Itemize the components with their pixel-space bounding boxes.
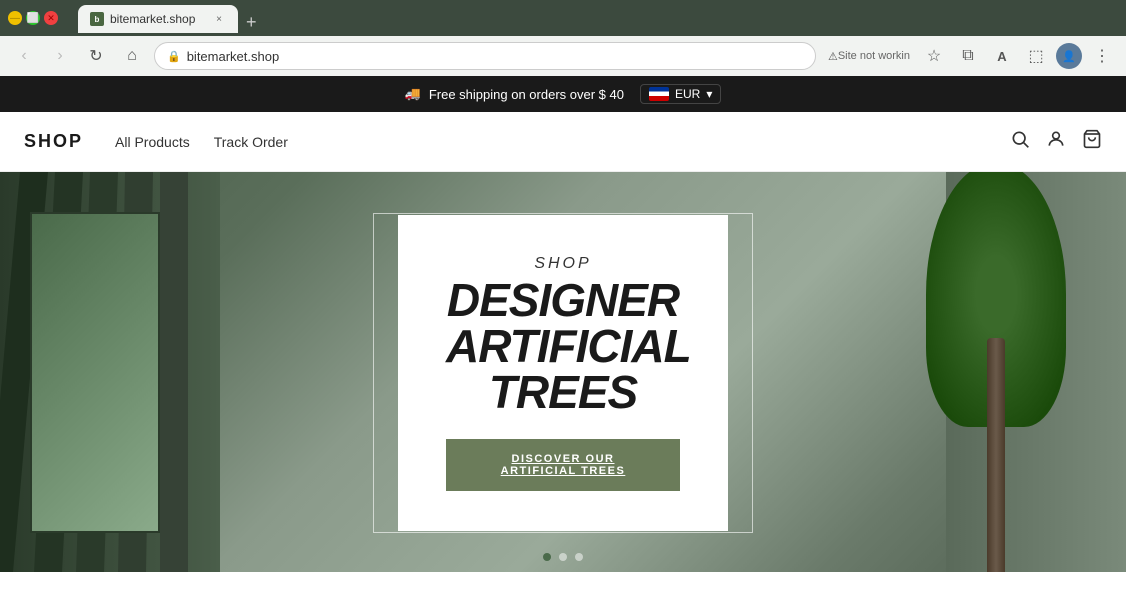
carousel-dot-2[interactable] xyxy=(559,553,567,561)
forward-icon: › xyxy=(57,47,62,65)
browser-toolbar: ‹ › ↻ ⌂ 🔒 bitemarket.shop ⚠ Site not wor… xyxy=(0,36,1126,76)
hero-card-border-decoration: SHOP DESIGNER ARTIFICIAL TREES DISCOVER … xyxy=(373,213,753,533)
maximize-icon: ⬜ xyxy=(27,13,39,24)
browser-titlebar: — ⬜ ✕ b bitemarket.shop × + xyxy=(0,0,1126,36)
hero-subtitle: SHOP xyxy=(446,255,680,273)
announcement-emoji: 🚚 xyxy=(405,86,421,102)
announcement-bar: 🚚 Free shipping on orders over $ 40 EUR … xyxy=(0,76,1126,112)
hero-title-line2: ARTIFICIAL xyxy=(446,320,691,372)
hero-title: DESIGNER ARTIFICIAL TREES xyxy=(446,277,680,415)
site-navigation: SHOP All Products Track Order xyxy=(0,112,1126,172)
cart-button[interactable] xyxy=(1082,129,1102,154)
search-icon xyxy=(1010,129,1030,154)
star-icon: ☆ xyxy=(927,46,941,66)
window-controls: — ⬜ ✕ xyxy=(8,11,58,25)
nav-links: All Products Track Order xyxy=(115,134,1010,150)
profile-icon: 👤 xyxy=(1062,50,1076,63)
hero-card: SHOP DESIGNER ARTIFICIAL TREES DISCOVER … xyxy=(398,215,728,531)
site-status-button[interactable]: ⚠ Site not workin xyxy=(824,42,914,70)
cart-icon xyxy=(1082,129,1102,154)
address-bar[interactable]: 🔒 bitemarket.shop xyxy=(154,42,816,70)
site-status-text: Site not workin xyxy=(838,50,910,62)
maximize-button[interactable]: ⬜ xyxy=(26,11,40,25)
carousel-dots xyxy=(543,553,583,561)
translate-icon: A xyxy=(997,49,1006,64)
tab-close-button[interactable]: × xyxy=(212,12,226,26)
extensions-icon: ⧉ xyxy=(962,47,973,65)
back-button[interactable]: ‹ xyxy=(10,42,38,70)
hero-section: SHOP DESIGNER ARTIFICIAL TREES DISCOVER … xyxy=(0,172,1126,572)
hero-cta-button[interactable]: DISCOVER OUR ARTIFICIAL TREES xyxy=(446,439,680,491)
bookmark-button[interactable]: ☆ xyxy=(920,42,948,70)
hero-cta-link: ARTIFICIAL TREES xyxy=(501,465,626,477)
hero-title-line3: TREES xyxy=(489,366,637,418)
reload-icon: ↻ xyxy=(89,46,102,66)
browser-window: — ⬜ ✕ b bitemarket.shop × + ‹ xyxy=(0,0,1126,572)
hero-content-area: SHOP DESIGNER ARTIFICIAL TREES DISCOVER … xyxy=(0,172,1126,572)
forward-button[interactable]: › xyxy=(46,42,74,70)
url-text: bitemarket.shop xyxy=(187,49,803,64)
nav-icons xyxy=(1010,129,1102,154)
minimize-button[interactable]: — xyxy=(8,11,22,25)
currency-chevron-icon: ▾ xyxy=(706,87,712,101)
tab-bar: b bitemarket.shop × + xyxy=(70,3,1118,33)
screenshot-icon: ⬚ xyxy=(1028,46,1043,66)
menu-button[interactable]: ⋮ xyxy=(1088,42,1116,70)
currency-code: EUR xyxy=(675,87,700,101)
nav-link-track-order[interactable]: Track Order xyxy=(214,134,288,150)
site-content: 🚚 Free shipping on orders over $ 40 EUR … xyxy=(0,76,1126,572)
hero-title-line1: DESIGNER xyxy=(447,274,679,326)
menu-icon: ⋮ xyxy=(1094,46,1110,66)
profile-avatar[interactable]: 👤 xyxy=(1056,43,1082,69)
translate-button[interactable]: A xyxy=(988,42,1016,70)
announcement-text: Free shipping on orders over $ 40 xyxy=(429,87,624,102)
hero-cta-prefix: DISCOVER OUR xyxy=(512,453,615,465)
reload-button[interactable]: ↻ xyxy=(82,42,110,70)
carousel-dot-1[interactable] xyxy=(543,553,551,561)
lock-icon: 🔒 xyxy=(167,50,181,63)
site-status-icon: ⚠ xyxy=(828,50,838,63)
tab-title: bitemarket.shop xyxy=(110,12,195,26)
nav-link-all-products[interactable]: All Products xyxy=(115,134,190,150)
back-icon: ‹ xyxy=(21,47,26,65)
home-icon: ⌂ xyxy=(127,47,137,65)
search-button[interactable] xyxy=(1010,129,1030,154)
active-tab[interactable]: b bitemarket.shop × xyxy=(78,5,238,33)
carousel-dot-3[interactable] xyxy=(575,553,583,561)
site-logo[interactable]: SHOP xyxy=(24,131,83,152)
home-button[interactable]: ⌂ xyxy=(118,42,146,70)
close-window-icon: ✕ xyxy=(47,13,55,24)
toolbar-right-buttons: ⚠ Site not workin ☆ ⧉ A ⬚ 👤 ⋮ xyxy=(824,42,1116,70)
account-button[interactable] xyxy=(1046,129,1066,154)
account-icon xyxy=(1046,129,1066,154)
extensions-button[interactable]: ⧉ xyxy=(954,42,982,70)
eu-flag-icon xyxy=(649,87,669,101)
close-button[interactable]: ✕ xyxy=(44,11,58,25)
minimize-icon: — xyxy=(10,13,20,24)
screenshot-button[interactable]: ⬚ xyxy=(1022,42,1050,70)
tab-favicon: b xyxy=(90,12,104,26)
new-tab-button[interactable]: + xyxy=(238,12,265,33)
currency-selector[interactable]: EUR ▾ xyxy=(640,84,721,104)
